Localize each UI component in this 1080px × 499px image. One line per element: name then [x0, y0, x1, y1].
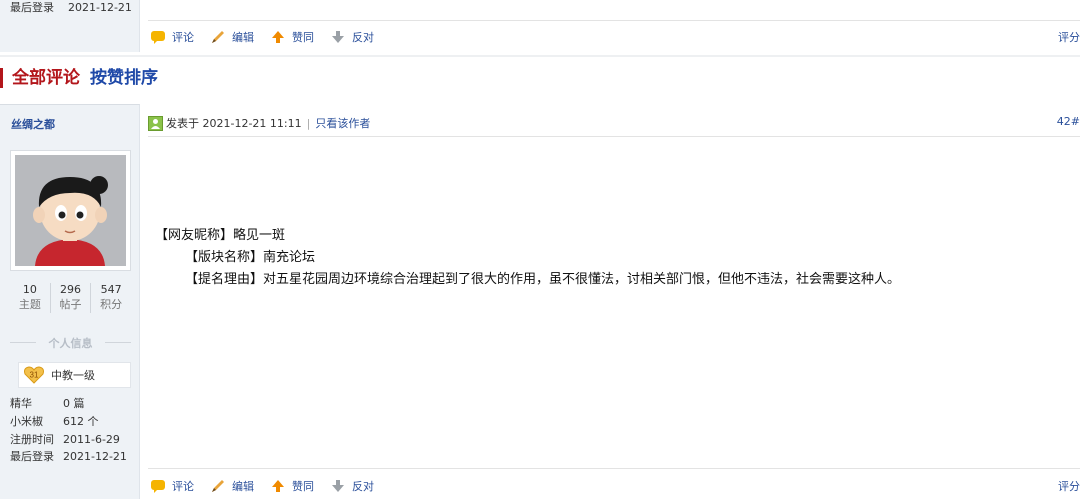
prev-edit-button[interactable]: 编辑	[210, 29, 254, 45]
profile-value: 0 篇	[63, 397, 85, 410]
online-status-icon	[148, 115, 163, 131]
comments-heading: 全部评论 按赞排序	[0, 55, 1080, 103]
comment-icon	[150, 478, 166, 494]
avatar[interactable]	[10, 150, 131, 271]
stat-topics[interactable]: 10 主题	[10, 283, 51, 313]
prev-like-button[interactable]: 赞同	[270, 29, 314, 45]
post-footer-divider	[148, 468, 1080, 469]
arrow-up-icon	[270, 29, 286, 45]
comment-label: 评论	[172, 31, 194, 44]
stat-posts[interactable]: 296 帖子	[51, 283, 92, 313]
like-label: 赞同	[292, 31, 314, 44]
post-line-reason: 【提名理由】对五星花园周边环境综合治理起到了很大的作用，虽不很懂法，讨相关部门恨…	[185, 272, 901, 287]
post-header: 发表于 2021-12-21 11:11 | 只看该作者 42#	[148, 114, 1080, 132]
arrow-down-icon	[330, 478, 346, 494]
comment-button[interactable]: 评论	[150, 478, 194, 494]
profile-info-list: 精华 0 篇 小米椒 612 个 注册时间 2011-6-29 最后登录 202…	[10, 395, 135, 466]
oppose-button[interactable]: 反对	[330, 478, 374, 494]
arrow-down-icon	[330, 29, 346, 45]
profile-row-last-login: 最后登录 2021-12-21	[10, 448, 135, 466]
rate-link[interactable]: 评分	[1058, 478, 1080, 494]
post-body: 【网友昵称】略见一斑 【版块名称】南充论坛 【提名理由】对五星花园周边环境综合治…	[155, 225, 1060, 291]
sort-by-likes-link[interactable]: 按赞排序	[90, 63, 158, 88]
pencil-icon	[210, 29, 226, 45]
user-sidebar: 丝绸之都 10 主题 296 帖子 547 积分 个人信息 31 中教一级 精华…	[0, 104, 140, 499]
stat-topics-label: 主题	[18, 298, 41, 311]
level-name: 中教一级	[51, 369, 95, 382]
heading-accent-bar	[0, 68, 3, 88]
stat-points[interactable]: 547 积分	[91, 283, 131, 313]
edit-button[interactable]: 编辑	[210, 478, 254, 494]
prev-oppose-button[interactable]: 反对	[330, 29, 374, 45]
pencil-icon	[210, 478, 226, 494]
profile-key: 最后登录	[10, 450, 54, 464]
like-button[interactable]: 赞同	[270, 478, 314, 494]
profile-row-register-date: 注册时间 2011-6-29	[10, 431, 135, 449]
profile-value: 2021-12-21	[63, 450, 127, 464]
level-badge-icon: 31	[24, 366, 44, 384]
level-badge-number: 31	[30, 371, 39, 380]
post-timestamp: 发表于 2021-12-21 11:11	[166, 117, 302, 130]
floor-number-link[interactable]: 42#	[1057, 115, 1080, 128]
prev-post-divider	[148, 20, 1080, 21]
post-line-board: 【版块名称】南充论坛	[185, 250, 316, 265]
prev-last-login: 最后登录 2021-12-21	[10, 0, 132, 15]
oppose-label: 反对	[352, 480, 374, 493]
profile-key: 注册时间	[10, 432, 54, 446]
profile-value: 612 个	[63, 414, 99, 428]
profile-row-pepper: 小米椒 612 个	[10, 413, 135, 431]
username-link[interactable]: 丝绸之都	[11, 116, 55, 132]
oppose-label: 反对	[352, 31, 374, 44]
edit-label: 编辑	[232, 480, 254, 493]
arrow-up-icon	[270, 478, 286, 494]
prev-post-action-bar: 评论 编辑 赞同 反对 评分	[150, 27, 1080, 47]
prev-last-login-value: 2021-12-21	[68, 1, 132, 14]
prev-comment-button[interactable]: 评论	[150, 29, 194, 45]
post-line-nickname: 【网友昵称】略见一斑	[155, 228, 286, 243]
prev-rate-link[interactable]: 评分	[1058, 29, 1080, 45]
avatar-image	[15, 155, 126, 266]
comment-label: 评论	[172, 480, 194, 493]
stat-points-label: 积分	[100, 298, 123, 311]
user-level: 31 中教一级	[18, 362, 131, 388]
personal-info-title: 个人信息	[10, 335, 131, 351]
stat-points-value: 547	[100, 283, 122, 296]
profile-value: 2011-6-29	[63, 432, 120, 446]
stat-topics-value: 10	[22, 283, 37, 296]
prev-user-sidebar: 最后登录 2021-12-21	[0, 0, 140, 52]
header-divider: |	[306, 116, 311, 130]
profile-key: 小米椒	[10, 414, 43, 428]
profile-row-essence: 精华 0 篇	[10, 395, 135, 413]
profile-key: 精华	[10, 397, 32, 410]
like-label: 赞同	[292, 480, 314, 493]
stat-posts-value: 296	[60, 283, 81, 296]
comment-icon	[150, 29, 166, 45]
user-stats: 10 主题 296 帖子 547 积分	[10, 283, 131, 313]
only-author-link[interactable]: 只看该作者	[315, 115, 370, 131]
stat-posts-label: 帖子	[59, 298, 82, 311]
post-action-bar: 评论 编辑 赞同 反对 评分	[150, 476, 1080, 496]
all-comments-title: 全部评论	[12, 68, 80, 88]
prev-last-login-label: 最后登录	[10, 1, 54, 14]
post-header-divider	[148, 136, 1080, 137]
edit-label: 编辑	[232, 31, 254, 44]
